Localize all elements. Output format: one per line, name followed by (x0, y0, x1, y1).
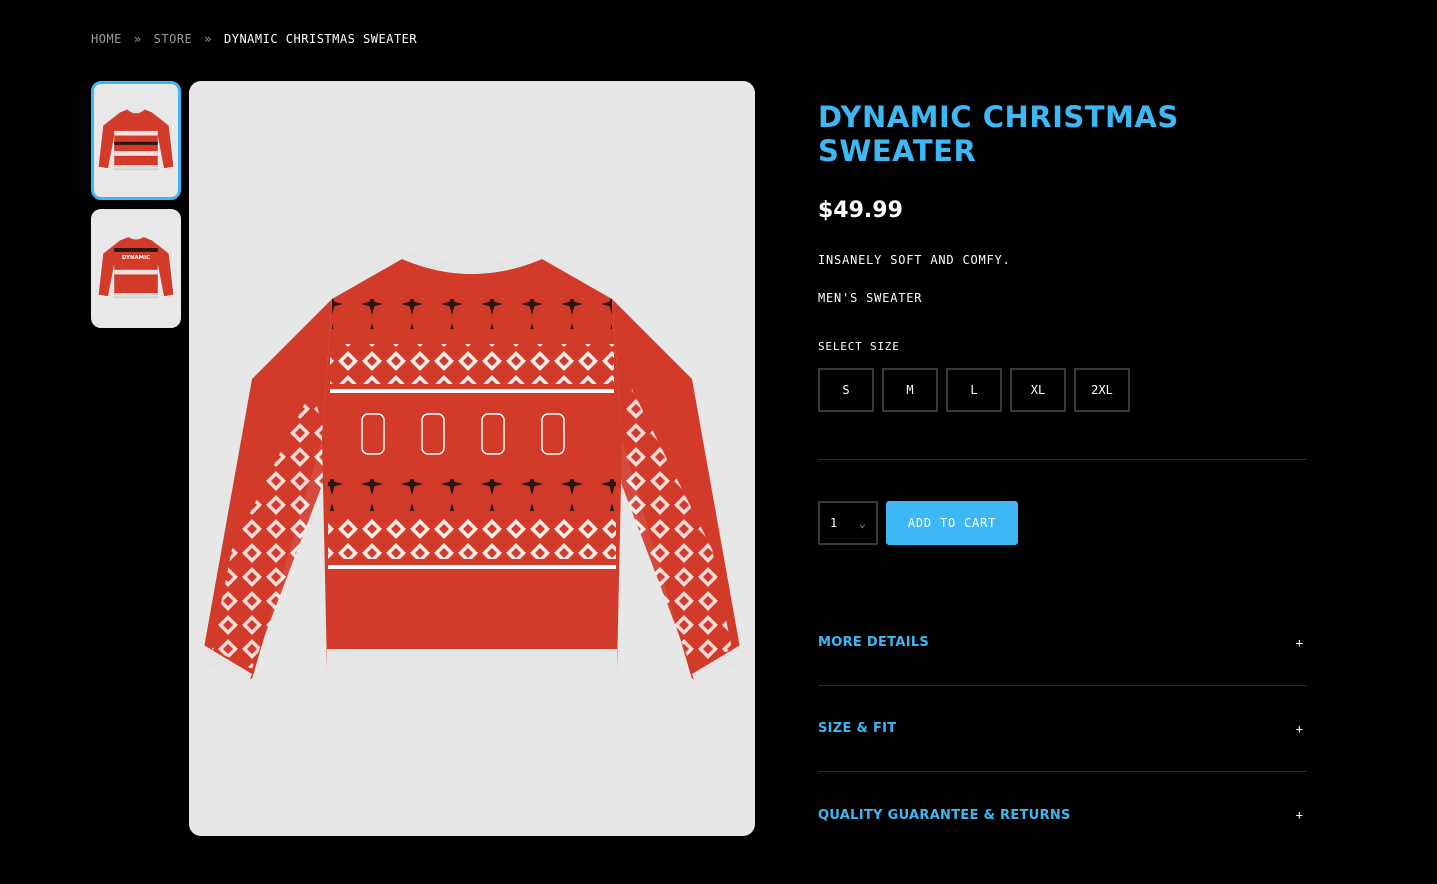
product-description: INSANELY SOFT AND COMFY. (818, 253, 1011, 267)
divider (818, 459, 1307, 460)
size-option-s[interactable]: S (818, 368, 874, 412)
size-selector: S M L XL 2XL (818, 368, 1307, 412)
accordion-label: MORE DETAILS (818, 635, 930, 650)
accordion-quality-guarantee[interactable]: QUALITY GUARANTEE & RETURNS + (818, 772, 1307, 858)
accordion-more-details[interactable]: MORE DETAILS + (818, 600, 1307, 686)
svg-text:DYNAMIC: DYNAMIC (122, 254, 150, 260)
size-option-m[interactable]: M (882, 368, 938, 412)
size-option-2xl[interactable]: 2XL (1074, 368, 1130, 412)
size-option-l[interactable]: L (946, 368, 1002, 412)
quantity-value: 1 (830, 516, 838, 530)
product-title: DYNAMIC CHRISTMAS SWEATER (818, 100, 1179, 168)
breadcrumb-store-link[interactable]: STORE (154, 32, 193, 46)
size-option-xl[interactable]: XL (1010, 368, 1066, 412)
accordion-label: SIZE & FIT (818, 721, 897, 736)
accordion-size-fit[interactable]: SIZE & FIT + (818, 686, 1307, 772)
product-price: $49.99 (818, 198, 903, 223)
add-to-cart-row: 1 ⌄ ADD TO CART (818, 501, 1307, 545)
breadcrumb-current-page: DYNAMIC CHRISTMAS SWEATER (224, 32, 418, 46)
chevron-down-icon: ⌄ (858, 516, 866, 530)
breadcrumb-separator: » (133, 32, 142, 46)
thumbnail-gallery: DYNAMIC (91, 81, 181, 328)
product-main-image (189, 81, 755, 836)
quantity-select[interactable]: 1 ⌄ (818, 501, 878, 545)
select-size-label: SELECT SIZE (818, 340, 900, 353)
plus-icon: + (1295, 721, 1303, 736)
product-category: MEN'S SWEATER (818, 291, 923, 305)
accordion-label: QUALITY GUARANTEE & RETURNS (818, 807, 1071, 823)
breadcrumb-separator: » (204, 32, 212, 46)
add-to-cart-button[interactable]: ADD TO CART (886, 501, 1018, 545)
thumbnail-front[interactable] (91, 81, 181, 200)
sweater-image (196, 250, 748, 687)
thumbnail-back[interactable]: DYNAMIC (91, 209, 181, 328)
plus-icon: + (1295, 635, 1303, 650)
breadcrumb-home-link[interactable]: HOME (91, 32, 122, 46)
breadcrumb: HOME » STORE » DYNAMIC CHRISTMAS SWEATER (91, 32, 417, 46)
product-info: DYNAMIC CHRISTMAS SWEATER $49.99 INSANEL… (818, 100, 1307, 858)
sweater-back-image: DYNAMIC (98, 236, 174, 298)
product-accordion: MORE DETAILS + SIZE & FIT + QUALITY GUAR… (818, 600, 1307, 858)
plus-icon: + (1295, 808, 1303, 822)
sweater-front-image (98, 107, 174, 170)
